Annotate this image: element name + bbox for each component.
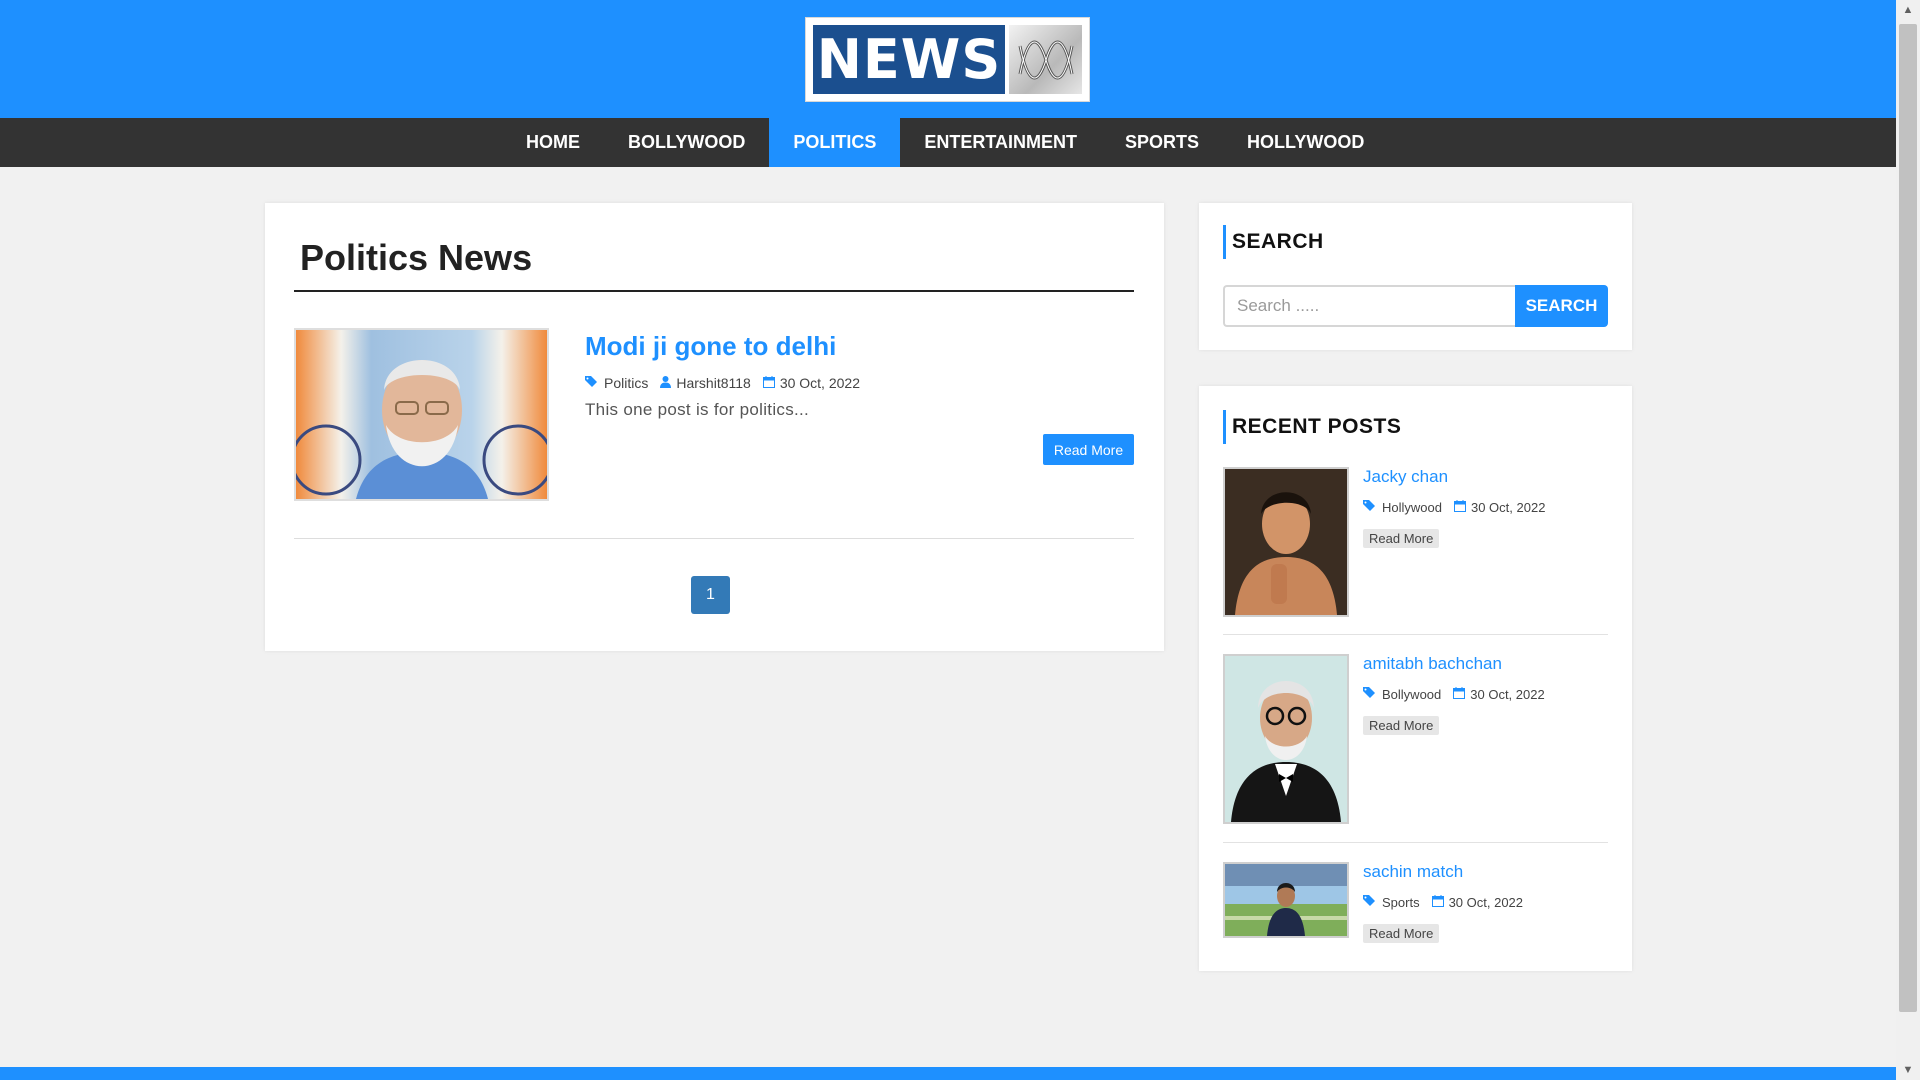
post-category-label: Politics bbox=[604, 375, 649, 391]
page-title: Politics News bbox=[300, 237, 533, 278]
post-date-label: 30 Oct, 2022 bbox=[779, 375, 860, 391]
recent-post-title[interactable]: amitabh bachchan bbox=[1363, 654, 1502, 674]
scroll-up-icon[interactable]: ▲ bbox=[1896, 0, 1920, 20]
tags-icon bbox=[1363, 895, 1377, 910]
recent-posts-widget: RECENT POSTS Jacky chan Hollywood 30 Oct… bbox=[1199, 386, 1632, 971]
site-logo[interactable]: NEWS bbox=[806, 18, 1089, 101]
scrollbar-thumb[interactable] bbox=[1899, 24, 1917, 1012]
search-input[interactable] bbox=[1223, 285, 1515, 327]
tags-icon bbox=[1363, 500, 1377, 515]
recent-post-title[interactable]: Jacky chan bbox=[1363, 467, 1448, 487]
calendar-icon bbox=[1453, 500, 1466, 515]
recent-post-date-label: 30 Oct, 2022 bbox=[1470, 500, 1546, 515]
recent-read-more-button[interactable]: Read More bbox=[1363, 716, 1440, 735]
nav-items: HOME BOLLYWOOD POLITICS ENTERTAINMENT SP… bbox=[502, 118, 1388, 167]
read-more-button[interactable]: Read More bbox=[1043, 434, 1134, 465]
calendar-icon bbox=[762, 375, 775, 391]
recent-read-more-button[interactable]: Read More bbox=[1363, 924, 1440, 943]
recent-post-date: 30 Oct, 2022 bbox=[1453, 687, 1545, 702]
recent-post-meta: Bollywood 30 Oct, 2022 bbox=[1363, 687, 1557, 702]
recent-posts-heading: RECENT POSTS bbox=[1223, 410, 1401, 444]
main-nav: HOME BOLLYWOOD POLITICS ENTERTAINMENT SP… bbox=[0, 118, 1896, 167]
recent-post-meta: Hollywood 30 Oct, 2022 bbox=[1363, 500, 1557, 515]
scroll-down-icon[interactable]: ▼ bbox=[1896, 1060, 1920, 1080]
post-title-link[interactable]: Modi ji gone to delhi bbox=[585, 331, 836, 362]
nav-item-hollywood[interactable]: HOLLYWOOD bbox=[1223, 118, 1388, 167]
recent-divider bbox=[1223, 842, 1608, 843]
post-meta: Politics Harshit8118 30 Oct, 2022 bbox=[585, 375, 872, 391]
recent-post-category-label: Hollywood bbox=[1382, 500, 1442, 515]
recent-post-category[interactable]: Sports bbox=[1363, 895, 1420, 910]
post-list-card: Politics News Modi ji gone to delhi Poli… bbox=[265, 203, 1164, 651]
pagination-page-1[interactable]: 1 bbox=[691, 576, 730, 614]
recent-post-date: 30 Oct, 2022 bbox=[1453, 500, 1546, 515]
recent-post-item: amitabh bachchan Bollywood 30 Oct, 2022 … bbox=[1223, 654, 1608, 824]
recent-post-meta: Sports 30 Oct, 2022 bbox=[1363, 895, 1535, 910]
recent-post-category[interactable]: Hollywood bbox=[1363, 500, 1442, 515]
site-header: NEWS bbox=[0, 0, 1896, 118]
recent-post-title[interactable]: sachin match bbox=[1363, 862, 1463, 882]
post-excerpt: This one post is for politics... bbox=[585, 400, 810, 419]
calendar-icon bbox=[1431, 895, 1444, 910]
recent-post-thumbnail[interactable] bbox=[1223, 654, 1349, 824]
recent-post-category[interactable]: Bollywood bbox=[1363, 687, 1441, 702]
nav-item-politics[interactable]: POLITICS bbox=[769, 118, 901, 167]
post-author-label: Harshit8118 bbox=[676, 375, 751, 391]
post-category[interactable]: Politics bbox=[585, 375, 648, 391]
title-divider bbox=[294, 290, 1134, 292]
recent-post-category-label: Bollywood bbox=[1382, 687, 1442, 702]
recent-read-more-button[interactable]: Read More bbox=[1363, 529, 1440, 548]
calendar-icon bbox=[1453, 687, 1466, 702]
post-date: 30 Oct, 2022 bbox=[762, 375, 860, 391]
nav-item-entertainment[interactable]: ENTERTAINMENT bbox=[900, 118, 1101, 167]
recent-post-thumbnail[interactable] bbox=[1223, 467, 1349, 617]
nav-item-home[interactable]: HOME bbox=[502, 118, 604, 167]
nav-item-sports[interactable]: SPORTS bbox=[1101, 118, 1223, 167]
search-widget: SEARCH SEARCH bbox=[1199, 203, 1632, 350]
post-thumbnail[interactable] bbox=[294, 328, 549, 501]
abc-logo-icon bbox=[1009, 25, 1082, 94]
recent-post-date-label: 30 Oct, 2022 bbox=[1470, 687, 1545, 702]
recent-post-item: sachin match Sports 30 Oct, 2022 Read Mo… bbox=[1223, 862, 1608, 943]
nav-item-bollywood[interactable]: BOLLYWOOD bbox=[604, 118, 769, 167]
user-icon bbox=[660, 375, 672, 391]
site-footer bbox=[0, 1067, 1896, 1080]
recent-post-date-label: 30 Oct, 2022 bbox=[1448, 895, 1524, 910]
post-author[interactable]: Harshit8118 bbox=[660, 375, 751, 391]
recent-post-item: Jacky chan Hollywood 30 Oct, 2022 Read M… bbox=[1223, 467, 1608, 617]
recent-divider bbox=[1223, 634, 1608, 635]
recent-post-category-label: Sports bbox=[1382, 895, 1420, 910]
logo-wordmark: NEWS bbox=[813, 25, 1005, 94]
recent-post-thumbnail[interactable] bbox=[1223, 862, 1349, 938]
tags-icon bbox=[585, 375, 599, 391]
recent-post-date: 30 Oct, 2022 bbox=[1431, 895, 1524, 910]
search-button[interactable]: SEARCH bbox=[1515, 285, 1608, 327]
page-scrollbar[interactable]: ▲ ▼ bbox=[1896, 0, 1920, 1080]
search-heading: SEARCH bbox=[1223, 225, 1324, 259]
tags-icon bbox=[1363, 687, 1377, 702]
post-divider bbox=[294, 538, 1134, 539]
